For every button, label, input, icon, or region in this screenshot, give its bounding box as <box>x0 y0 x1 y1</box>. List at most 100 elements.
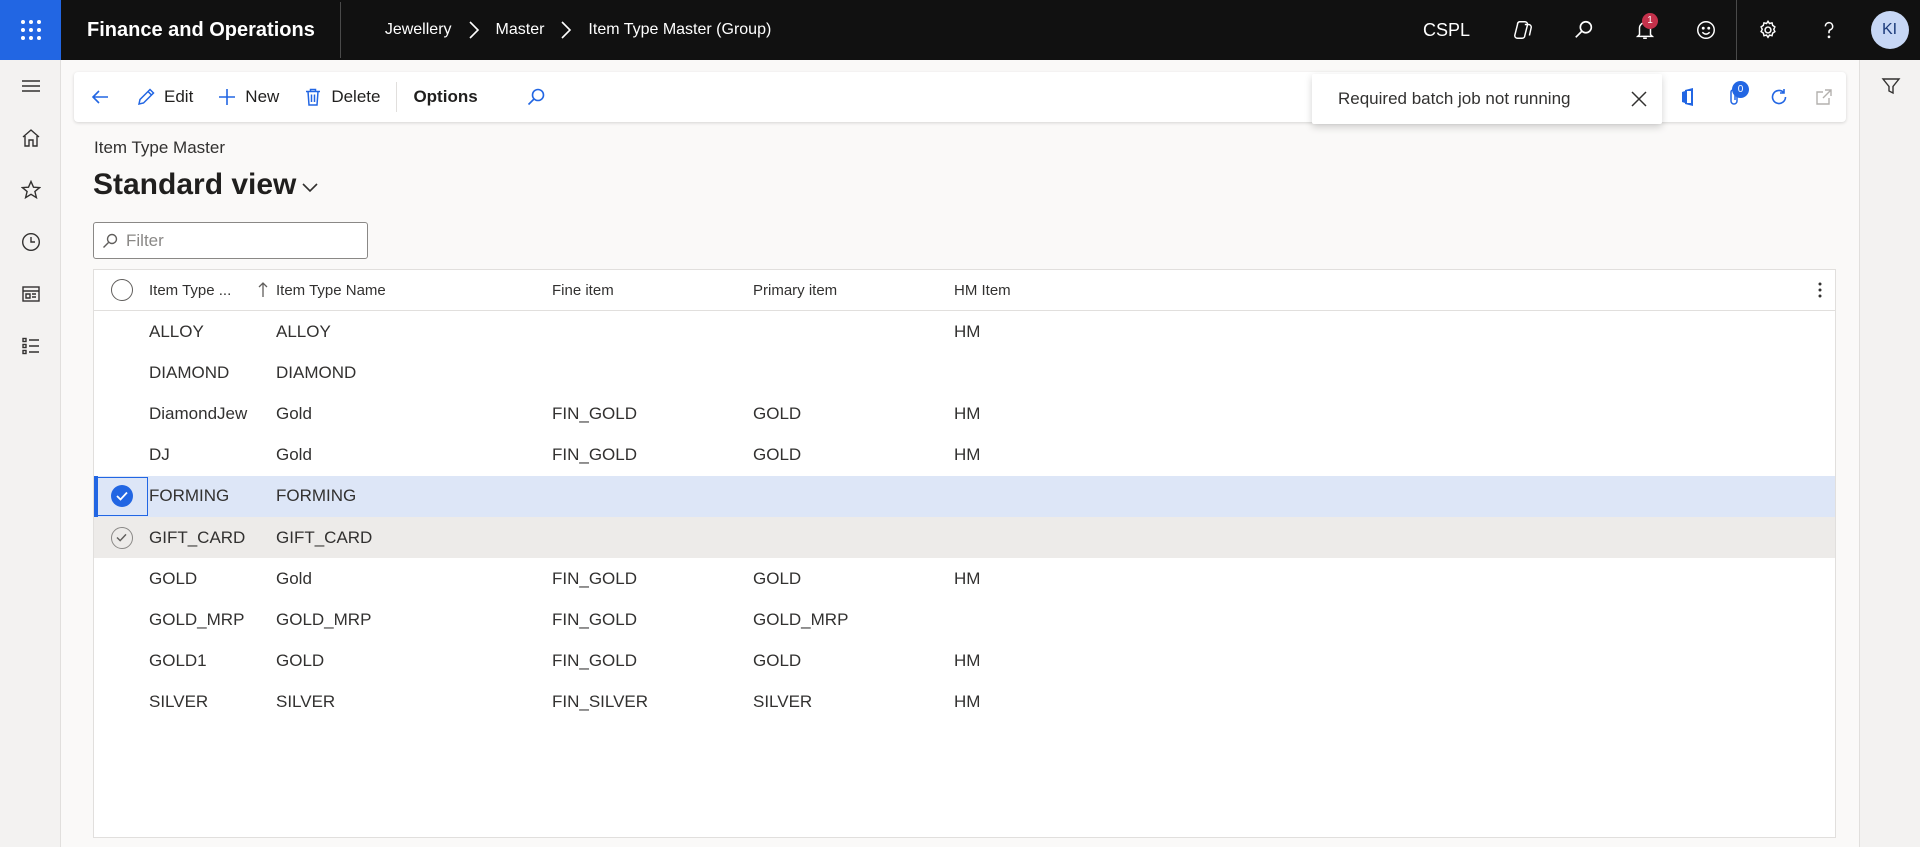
view-selector[interactable]: Standard view <box>93 168 318 202</box>
breadcrumb-item-current[interactable]: Item Type Master (Group) <box>588 21 771 39</box>
edit-button[interactable]: Edit <box>124 72 205 122</box>
circle-icon <box>110 279 133 301</box>
grid-header: Item Type ... Item Type Name Fine item P… <box>94 270 1835 311</box>
cell-item-type: FORMING <box>149 486 230 506</box>
grid-options-button[interactable] <box>1811 280 1829 300</box>
table-row[interactable]: ALLOY ALLOY HM <box>94 311 1835 352</box>
cell-item-type: DIAMOND <box>149 362 230 382</box>
cell-hm-item: HM <box>954 568 981 588</box>
attachments-badge: 0 <box>1732 81 1749 98</box>
search-button[interactable] <box>1553 0 1614 60</box>
clock-icon <box>21 232 40 252</box>
column-header-item-type-name[interactable]: Item Type Name <box>276 282 552 299</box>
company-picker[interactable]: CSPL <box>1423 20 1470 41</box>
cell-item-type-name: SILVER <box>276 692 336 712</box>
cell-item-type-name: Gold <box>276 403 312 423</box>
nav-home[interactable] <box>0 112 61 164</box>
open-new-window-button[interactable] <box>1801 72 1846 122</box>
table-row[interactable]: GOLD_MRP GOLD_MRP FIN_GOLD GOLD_MRP <box>94 599 1835 640</box>
column-header-primary-item[interactable]: Primary item <box>753 282 954 299</box>
cell-primary-item: GOLD_MRP <box>753 609 849 629</box>
cell-item-type-name: DIAMOND <box>276 362 357 382</box>
cell-item-type-name: ALLOY <box>276 321 331 341</box>
close-icon <box>1631 91 1647 107</box>
nav-workspaces[interactable] <box>0 268 61 320</box>
gear-icon <box>1759 19 1776 39</box>
action-search-button[interactable] <box>514 72 566 122</box>
column-header-item-type[interactable]: Item Type ... <box>149 282 276 299</box>
column-header-fine-item[interactable]: Fine item <box>552 282 753 299</box>
refresh-button[interactable] <box>1756 72 1801 122</box>
notification-badge: 1 <box>1642 13 1658 29</box>
cell-hm-item: HM <box>954 651 981 671</box>
row-select[interactable] <box>94 476 149 517</box>
settings-button[interactable] <box>1737 0 1798 60</box>
select-all-checkbox[interactable] <box>94 279 149 301</box>
plus-icon <box>219 89 236 105</box>
batch-job-notification: Required batch job not running <box>1312 74 1662 124</box>
column-header-hm-item[interactable]: HM Item <box>954 282 1154 299</box>
cell-item-type: SILVER <box>149 692 209 712</box>
new-button[interactable]: New <box>205 72 291 122</box>
close-notification-button[interactable] <box>1626 86 1652 112</box>
cell-item-type-name: GOLD_MRP <box>276 609 372 629</box>
new-label: New <box>245 87 280 106</box>
nav-favorites[interactable] <box>0 164 61 216</box>
back-button[interactable] <box>74 72 124 122</box>
cell-item-type: GOLD <box>149 568 198 588</box>
delete-button[interactable]: Delete <box>291 72 392 122</box>
item-type-grid: Item Type ... Item Type Name Fine item P… <box>93 269 1836 838</box>
top-navigation-bar: Finance and Operations Jewellery Master … <box>0 0 1920 60</box>
cell-item-type-name: GOLD <box>276 651 325 671</box>
funnel-icon <box>1881 78 1900 95</box>
table-row[interactable]: GOLD Gold FIN_GOLD GOLD HM <box>94 558 1835 599</box>
cell-primary-item: GOLD <box>753 651 802 671</box>
arrow-left-icon <box>91 90 108 104</box>
right-pane <box>1859 60 1920 847</box>
cell-fine-item: FIN_SILVER <box>552 692 649 712</box>
notifications-button[interactable]: 1 <box>1614 0 1675 60</box>
nav-menu-toggle[interactable] <box>0 60 61 112</box>
breadcrumb-item-master[interactable]: Master <box>496 21 545 39</box>
filter-field[interactable] <box>93 222 368 259</box>
cell-item-type: DiamondJew <box>149 403 248 423</box>
row-select[interactable] <box>94 526 149 549</box>
breadcrumb-item-jewellery[interactable]: Jewellery <box>385 21 452 39</box>
chevron-right-icon <box>460 21 488 39</box>
cell-fine-item: FIN_GOLD <box>552 609 638 629</box>
app-title[interactable]: Finance and Operations <box>61 2 341 58</box>
table-row[interactable]: GOLD1 GOLD FIN_GOLD GOLD HM <box>94 641 1835 682</box>
help-button[interactable] <box>1798 0 1859 60</box>
feedback-button[interactable] <box>1675 0 1736 60</box>
filter-pane-button[interactable] <box>1860 60 1920 112</box>
search-icon <box>1574 20 1592 38</box>
copilot-button[interactable] <box>1492 0 1553 60</box>
table-row-hover[interactable]: GIFT_CARD GIFT_CARD <box>94 516 1835 559</box>
office-icon <box>1681 88 1693 106</box>
table-row[interactable]: DiamondJew Gold FIN_GOLD GOLD HM <box>94 393 1835 434</box>
table-row[interactable]: SILVER SILVER FIN_SILVER SILVER HM <box>94 682 1835 723</box>
smiley-icon <box>1696 21 1715 39</box>
chevron-down-icon <box>302 183 318 193</box>
attachments-button[interactable]: 0 <box>1711 72 1756 122</box>
hamburger-icon <box>21 80 40 92</box>
account-button[interactable]: KI <box>1859 0 1920 60</box>
cell-primary-item: SILVER <box>753 692 813 712</box>
table-row-selected[interactable]: FORMING FORMING <box>94 475 1835 518</box>
nav-recent[interactable] <box>0 216 61 268</box>
star-icon <box>20 180 41 200</box>
divider <box>396 82 398 112</box>
table-row[interactable]: DIAMOND DIAMOND <box>94 352 1835 393</box>
options-tab[interactable]: Options <box>401 72 489 122</box>
app-launcher-button[interactable] <box>0 0 61 60</box>
nav-modules[interactable] <box>0 320 61 372</box>
waffle-icon <box>20 20 41 40</box>
office-button[interactable] <box>1666 72 1711 122</box>
cell-item-type-name: Gold <box>276 568 312 588</box>
filter-input[interactable] <box>126 230 366 251</box>
delete-label: Delete <box>331 87 381 106</box>
search-icon <box>527 88 544 106</box>
search-icon <box>103 233 118 248</box>
more-vertical-icon <box>1818 282 1822 298</box>
table-row[interactable]: DJ Gold FIN_GOLD GOLD HM <box>94 435 1835 476</box>
